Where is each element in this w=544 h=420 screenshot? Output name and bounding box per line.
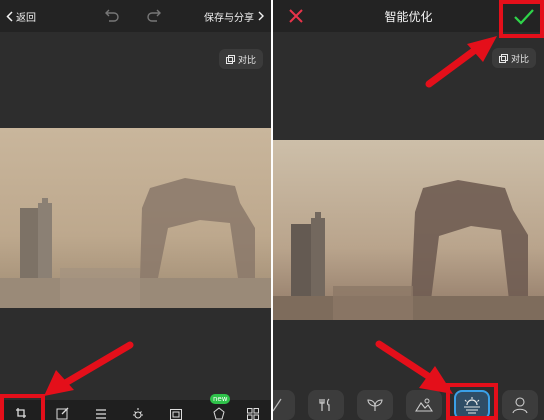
chevron-right-icon <box>258 11 264 21</box>
tool-edit[interactable] <box>52 404 74 420</box>
plant-icon <box>367 399 383 411</box>
save-share-button[interactable]: 保存与分享 <box>204 9 264 24</box>
portrait-icon <box>273 398 282 412</box>
tool-more[interactable] <box>242 404 264 420</box>
red-arrow-to-confirm <box>425 36 497 88</box>
filter-portrait[interactable] <box>273 390 295 420</box>
tool-frame[interactable] <box>165 404 187 420</box>
sticker-icon <box>213 407 225 420</box>
compare-label: 对比 <box>237 55 256 66</box>
brightness-icon <box>133 408 143 419</box>
food-icon <box>319 398 330 411</box>
scene-filter-strip <box>273 386 544 420</box>
top-bar: 返回 保存与分享 <box>0 0 271 32</box>
top-bar: 智能优化 <box>273 0 544 32</box>
compare-label: 对比 <box>510 54 529 65</box>
filter-landscape[interactable] <box>406 390 442 420</box>
frame-icon <box>170 409 182 420</box>
confirm-button[interactable] <box>504 0 544 34</box>
photo-preview <box>0 128 271 308</box>
landscape-icon <box>415 398 433 412</box>
smart-optimize-screen: 智能优化 对比 <box>273 0 544 420</box>
compare-button[interactable]: 对比 <box>219 49 263 69</box>
chevron-left-icon <box>6 10 13 22</box>
undo-icon <box>105 9 119 22</box>
more-icon <box>247 408 259 420</box>
new-badge: new <box>210 394 231 404</box>
tool-adjust[interactable] <box>90 404 112 420</box>
redo-button[interactable] <box>147 8 163 25</box>
checkmark-icon <box>514 9 534 25</box>
crop-icon <box>16 408 26 418</box>
compare-button[interactable]: 对比 <box>492 48 536 68</box>
bottom-toolbar: new <box>0 394 271 420</box>
undo-button[interactable] <box>103 8 119 25</box>
back-label: 返回 <box>16 12 36 24</box>
redo-icon <box>147 9 161 22</box>
tool-sticker[interactable]: new <box>208 394 231 420</box>
tool-crop[interactable] <box>10 404 32 420</box>
compare-icon <box>225 54 235 64</box>
edit-screen: 返回 保存与分享 对比 new <box>0 0 271 420</box>
save-share-label: 保存与分享 <box>204 12 254 24</box>
sunset-icon <box>464 397 480 414</box>
edit-icon <box>56 407 69 420</box>
photo-preview <box>273 140 544 320</box>
compare-icon <box>498 53 508 63</box>
filter-plant[interactable] <box>357 390 393 420</box>
adjust-icon <box>96 409 106 419</box>
filter-person[interactable] <box>502 390 538 420</box>
filter-sunset[interactable] <box>454 390 490 420</box>
tool-brightness[interactable] <box>127 404 149 420</box>
enhanced-city-photo <box>273 140 544 320</box>
person-icon <box>512 397 528 414</box>
red-arrow-to-crop <box>44 341 134 396</box>
back-button[interactable]: 返回 <box>6 9 36 24</box>
filter-food[interactable] <box>308 390 344 420</box>
smog-city-photo <box>0 128 271 308</box>
